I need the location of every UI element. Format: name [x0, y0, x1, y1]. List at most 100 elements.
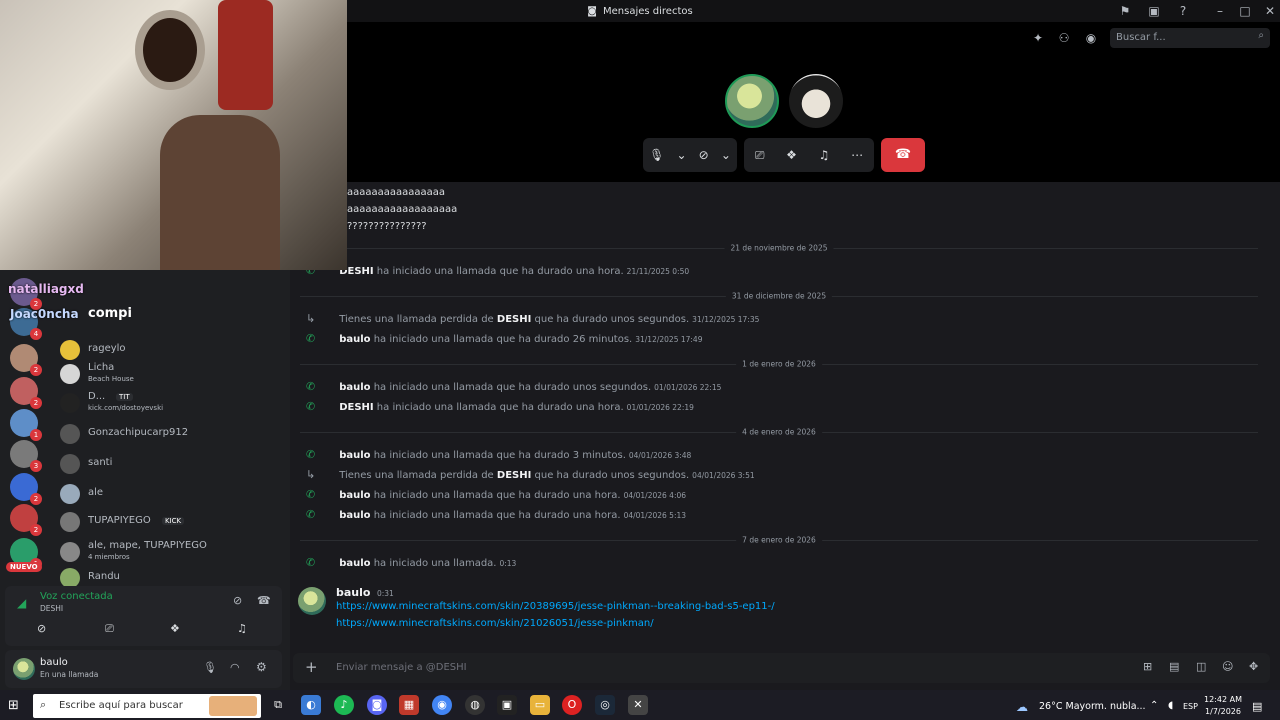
- username[interactable]: DESHI: [497, 314, 531, 325]
- username[interactable]: baulo: [339, 510, 370, 521]
- webcam-video[interactable]: [0, 0, 347, 270]
- chevron-down-icon[interactable]: ⌄: [676, 148, 686, 162]
- spotify-icon[interactable]: ♪: [334, 695, 354, 715]
- volume-icon[interactable]: ◖: [1168, 700, 1173, 711]
- dm-item[interactable]: santi: [58, 452, 286, 478]
- server-icon[interactable]: 2: [10, 344, 42, 376]
- clock[interactable]: 12:42 AM 1/7/2026: [1203, 694, 1243, 718]
- soundboard-icon[interactable]: ♫: [819, 148, 830, 162]
- early-messages: aaaaaaaaaaaaaaaa aaaaaaaaaaaaaaaaaa ????…: [347, 184, 457, 235]
- participant-avatar[interactable]: [725, 74, 779, 128]
- voice-status[interactable]: Voz conectada: [40, 591, 113, 602]
- username[interactable]: baulo: [339, 450, 370, 461]
- noise-suppression-icon[interactable]: ⊘: [233, 594, 242, 607]
- avatar: [60, 454, 80, 474]
- message-link[interactable]: https://www.minecraftskins.com/skin/2102…: [336, 618, 654, 629]
- username[interactable]: baulo: [339, 558, 370, 569]
- soundboard-icon[interactable]: ♫: [237, 622, 247, 635]
- chevron-down-icon[interactable]: ⌄: [721, 148, 731, 162]
- missed-call-icon: ↳: [306, 312, 316, 325]
- avatar[interactable]: [298, 587, 326, 615]
- search-input[interactable]: Buscar f... ⌕: [1110, 28, 1270, 48]
- steam-icon[interactable]: ◎: [595, 695, 615, 715]
- username[interactable]: baulo: [339, 334, 370, 345]
- obs-icon[interactable]: ◍: [465, 695, 485, 715]
- username[interactable]: baulo: [40, 657, 68, 668]
- message-link[interactable]: https://www.minecraftskins.com/skin/2038…: [336, 601, 775, 612]
- username[interactable]: baulo: [339, 382, 370, 393]
- date-label: 7 de enero de 2026: [736, 535, 822, 545]
- gif-icon[interactable]: ▤: [1169, 660, 1179, 673]
- mic-icon[interactable]: 🎙: [203, 661, 217, 674]
- help-icon[interactable]: ?: [1175, 3, 1191, 19]
- avatar[interactable]: [13, 658, 35, 680]
- app-icon[interactable]: ✕: [628, 695, 648, 715]
- emoji-icon[interactable]: ☺: [1222, 660, 1233, 673]
- participant-avatar[interactable]: [789, 74, 843, 128]
- add-friend-icon[interactable]: ⚇: [1056, 30, 1072, 46]
- dm-item[interactable]: TUPAPIYEGO KICK: [58, 510, 286, 536]
- voice-channel[interactable]: DESHI: [40, 604, 63, 613]
- server-icon[interactable]: 2: [10, 473, 42, 505]
- minimize-button[interactable]: –: [1212, 3, 1228, 19]
- task-view-icon[interactable]: ⧉: [268, 695, 288, 715]
- apps-icon[interactable]: ✥: [1249, 660, 1258, 673]
- dm-item[interactable]: Licha Beach House: [58, 362, 286, 388]
- file-explorer-icon[interactable]: ▭: [530, 695, 550, 715]
- headphones-icon[interactable]: ◠: [230, 661, 240, 674]
- sticker-icon[interactable]: ◫: [1196, 660, 1206, 673]
- profile-icon[interactable]: ◉: [1083, 30, 1099, 46]
- camera-off-icon[interactable]: ⊘: [699, 148, 709, 162]
- dm-item[interactable]: ale: [58, 482, 286, 508]
- windows-start-icon[interactable]: ⊞: [8, 698, 19, 713]
- dm-item[interactable]: rageylo: [58, 338, 286, 364]
- dm-item[interactable]: ale, mape, TUPAPIYEGO 4 miembros: [58, 540, 286, 566]
- notifications-icon[interactable]: ▤: [1252, 700, 1262, 713]
- discord-taskbar-icon[interactable]: ◙: [367, 695, 387, 715]
- mic-camera-controls: 🎙 ⌄ ⊘ ⌄: [643, 138, 737, 172]
- screen-icon[interactable]: ▣: [1146, 3, 1162, 19]
- dm-item[interactable]: D... TIT kick.com/dostoyevski: [58, 391, 286, 417]
- chrome-icon[interactable]: ◉: [432, 695, 452, 715]
- mic-icon[interactable]: 🎙: [649, 148, 664, 162]
- username[interactable]: DESHI: [497, 470, 531, 481]
- phone-icon: ✆: [306, 380, 316, 393]
- app-icon[interactable]: ▣: [497, 695, 517, 715]
- language-indicator[interactable]: ESP: [1183, 702, 1198, 711]
- message-input[interactable]: + Enviar mensaje a @DESHI ⊞ ▤ ◫ ☺ ✥: [293, 653, 1270, 683]
- screen-share-icon[interactable]: ⎚: [755, 148, 765, 163]
- activities-icon[interactable]: ❖: [786, 148, 797, 162]
- server-icon[interactable]: 2: [10, 504, 42, 536]
- overlay-name: natalliagxd: [8, 282, 84, 296]
- user-panel: baulo En una llamada 🎙 ◠ ⚙: [5, 650, 282, 688]
- dm-tag: KICK: [162, 517, 185, 525]
- gear-icon[interactable]: ⚙: [256, 660, 267, 674]
- server-icon[interactable]: 1: [10, 409, 42, 441]
- server-icon[interactable]: 2: [10, 377, 42, 409]
- copilot-icon[interactable]: ◐: [301, 695, 321, 715]
- opera-icon[interactable]: O: [562, 695, 582, 715]
- close-button[interactable]: ✕: [1262, 3, 1278, 19]
- app-icon[interactable]: ▦: [399, 695, 419, 715]
- username[interactable]: baulo: [336, 586, 370, 599]
- chevron-up-icon[interactable]: ⌃: [1150, 700, 1158, 711]
- activities-icon[interactable]: ❖: [170, 622, 180, 635]
- add-attachment-icon[interactable]: +: [305, 658, 318, 676]
- hangup-button[interactable]: ☎: [881, 138, 925, 172]
- avatar: [60, 364, 80, 384]
- taskbar-search[interactable]: ⌕ Escribe aquí para buscar: [33, 694, 261, 718]
- weather-text[interactable]: 26°C Mayorm. nubla...: [1039, 701, 1146, 712]
- unread-badge: 2: [30, 524, 42, 536]
- username[interactable]: DESHI: [339, 402, 373, 413]
- screen-share-icon[interactable]: ⎚: [105, 622, 114, 636]
- inbox-icon[interactable]: ⚑: [1117, 3, 1133, 19]
- server-icon[interactable]: 3: [10, 440, 42, 472]
- disconnect-icon[interactable]: ☎: [257, 594, 271, 607]
- camera-off-icon[interactable]: ⊘: [37, 622, 46, 635]
- more-icon[interactable]: ⋯: [851, 148, 863, 162]
- username[interactable]: baulo: [339, 490, 370, 501]
- pin-icon[interactable]: ✦: [1030, 30, 1046, 46]
- maximize-button[interactable]: □: [1237, 3, 1253, 19]
- dm-item[interactable]: Gonzachipucarp912: [58, 422, 286, 448]
- gift-icon[interactable]: ⊞: [1143, 660, 1152, 673]
